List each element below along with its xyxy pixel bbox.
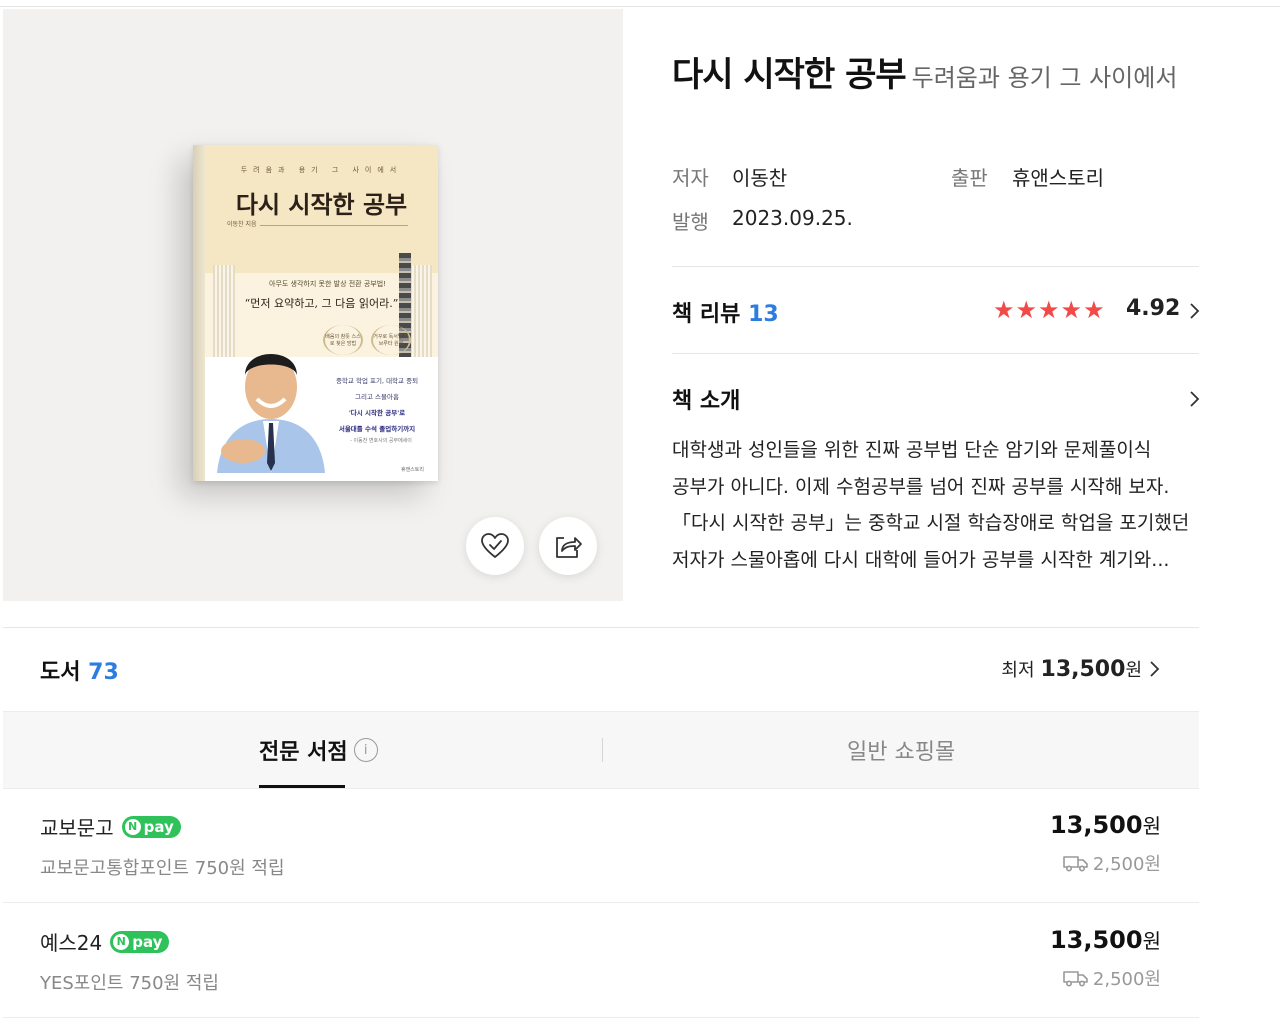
- book-cover-image[interactable]: 두려움과 용기 그 사이에서 다시 시작한 공부 이동찬 지음 아무도 생각하지…: [193, 145, 438, 481]
- shipping-text: 2,500원: [1092, 969, 1161, 990]
- lowest-label: 최저: [1001, 660, 1035, 681]
- npay-badge: Npay: [110, 930, 170, 953]
- divider-1: [672, 266, 1199, 267]
- tab-general-mall[interactable]: 일반 쇼핑몰: [847, 712, 955, 788]
- cover-line-1: 중학교 학업 포기, 대학교 중퇴: [335, 377, 419, 385]
- store-name[interactable]: 예스24 Npay: [40, 927, 170, 956]
- intro-line: 대학생과 성인들을 위한 진짜 공부법 단순 암기와 문제풀이식: [672, 439, 1152, 461]
- store-name[interactable]: 교보문고 Npay: [40, 812, 181, 841]
- cover-right-text: 중학교 학업 포기, 대학교 중퇴 그리고 스물아홉 '다시 시작한 공부'로 …: [327, 373, 427, 437]
- divider-2: [672, 353, 1199, 354]
- naver-n-icon: N: [113, 933, 130, 950]
- store-point: YES포인트 750원 적립: [40, 973, 219, 994]
- lowest-price-link[interactable]: 최저 13,500원: [1001, 656, 1160, 682]
- npay-text: pay: [143, 817, 174, 836]
- cover-line-3: '다시 시작한 공부'로: [348, 409, 406, 417]
- review-count: 13: [748, 302, 779, 327]
- star-icon: ★: [1083, 296, 1105, 324]
- star-icon: ★: [993, 296, 1015, 324]
- store-price[interactable]: 13,500원: [1050, 925, 1161, 954]
- cover-line-4: 서울대를 수석 졸업하기까지: [338, 425, 416, 433]
- cover-tagline: 아무도 생각하지 못한 발상 전환 공부법!: [269, 280, 386, 288]
- chevron-right-icon[interactable]: [1188, 302, 1200, 320]
- intro-heading[interactable]: 책 소개: [672, 383, 740, 415]
- cover-rule: [253, 225, 408, 226]
- cover-area: 두려움과 용기 그 사이에서 다시 시작한 공부 이동찬 지음 아무도 생각하지…: [3, 9, 623, 601]
- date-label: 발행: [672, 210, 709, 234]
- shipping-text: 2,500원: [1092, 854, 1161, 875]
- cover-quote: “먼저 요약하고, 그 다음 읽어라.”: [244, 297, 399, 310]
- store-row[interactable]: 예스24 Npay YES포인트 750원 적립 13,500원 2,500원: [3, 903, 1199, 1018]
- tab-label: 일반 쇼핑몰: [847, 740, 956, 765]
- store-name-text: 예스24: [40, 931, 103, 955]
- publisher-value[interactable]: 휴앤스토리: [1012, 162, 1104, 191]
- review-heading[interactable]: 책 리뷰 13: [672, 296, 779, 328]
- cover-author-photo: [217, 354, 325, 473]
- books-heading: 도서 73: [40, 654, 119, 686]
- tab-label: 전문 서점: [259, 740, 348, 765]
- book-subtitle: 두려움과 용기 그 사이에서: [911, 64, 1178, 92]
- cover-line-2: 그리고 스물아홉: [355, 393, 399, 401]
- books-label: 도서: [40, 660, 81, 685]
- store-row[interactable]: 교보문고 Npay 교보문고통합포인트 750원 적립 13,500원 2,50…: [3, 788, 1199, 903]
- rating-value[interactable]: 4.92: [1126, 296, 1180, 321]
- divider-3: [3, 627, 1199, 628]
- star-icon: ★: [1060, 296, 1083, 324]
- store-name-text: 교보문고: [40, 816, 114, 840]
- price-value: 13,500: [1049, 926, 1143, 954]
- book-title: 다시 시작한 공부: [672, 55, 907, 95]
- star-icon: ★: [1015, 296, 1038, 324]
- book-title-block: 다시 시작한 공부 두려움과 용기 그 사이에서: [672, 52, 1212, 104]
- info-icon[interactable]: i: [353, 738, 378, 762]
- cover-subtitle: 두려움과 용기 그 사이에서: [240, 166, 403, 174]
- intro-line: 공부가 아니다. 이제 수험공부를 넘어 진짜 공부를 시작해 보자.: [672, 475, 1170, 498]
- cover-medal-right: 거꾸로 독서법 하브루타 원리: [371, 325, 411, 355]
- store-tabs: 전문 서점 i 일반 쇼핑몰: [3, 711, 1199, 789]
- npay-text: pay: [132, 932, 163, 951]
- review-label: 책 리뷰: [672, 302, 741, 327]
- store-point: 교보문고통합포인트 750원 적립: [40, 858, 285, 879]
- price-unit: 원: [1142, 814, 1161, 838]
- shipping-fee: 2,500원: [1063, 850, 1161, 876]
- author-value[interactable]: 이동찬: [732, 162, 787, 191]
- cover-title: 다시 시작한 공부: [235, 190, 408, 219]
- lowest-price: 13,500: [1040, 657, 1126, 682]
- top-divider: [0, 6, 1280, 7]
- author-label: 저자: [672, 166, 709, 190]
- intro-line: 「다시 시작한 공부」는 중학교 시절 학습장애로 학업을 포기했던: [672, 512, 1190, 534]
- truck-icon: [1063, 856, 1088, 872]
- cover-note: - 이동찬 변호사의 공부에세이: [350, 438, 412, 444]
- share-icon: [556, 537, 582, 558]
- tab-specialty-bookstore[interactable]: 전문 서점 i: [259, 712, 378, 788]
- tab-separator: [602, 738, 603, 762]
- lowest-unit: 원: [1125, 660, 1142, 681]
- price-unit: 원: [1142, 929, 1161, 953]
- book-spine: [193, 145, 205, 481]
- share-button[interactable]: [539, 517, 597, 575]
- publisher-label: 출판: [951, 166, 988, 190]
- star-icon: ★: [1038, 296, 1060, 324]
- intro-line: 저자가 스물아홉에 다시 대학에 들어가 공부를 시작한 계기와...: [672, 548, 1170, 571]
- intro-text: 대학생과 성인들을 위한 진짜 공부법 단순 암기와 문제풀이식 공부가 아니다…: [672, 432, 1200, 578]
- store-price[interactable]: 13,500원: [1050, 810, 1161, 839]
- price-value: 13,500: [1049, 811, 1143, 839]
- cover-author: 이동찬 지음: [227, 219, 260, 228]
- truck-icon: [1063, 971, 1088, 987]
- naver-n-icon: N: [124, 818, 141, 835]
- chevron-right-icon: [1150, 661, 1160, 677]
- cover-publisher: 휴앤스토리: [400, 467, 424, 473]
- like-button[interactable]: [466, 517, 524, 575]
- shipping-fee: 2,500원: [1063, 965, 1161, 991]
- rating-stars: ★ ★ ★ ★ ★: [993, 296, 1105, 324]
- chevron-right-icon[interactable]: [1188, 390, 1200, 408]
- date-value: 2023.09.25.: [732, 206, 853, 230]
- heart-check-icon: [481, 533, 509, 558]
- npay-badge: Npay: [121, 815, 181, 838]
- books-count: 73: [88, 660, 119, 685]
